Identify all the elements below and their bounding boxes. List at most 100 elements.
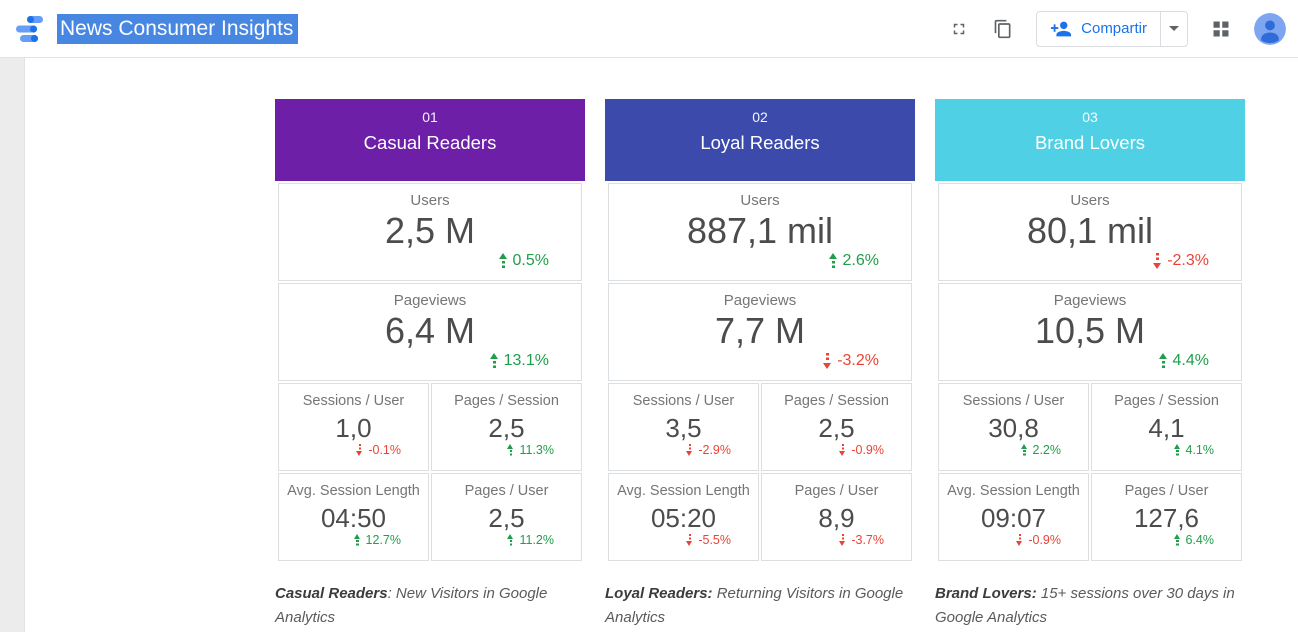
metric-change: 6.4% [1092, 533, 1241, 547]
metric-change: -0.9% [762, 443, 911, 457]
card-title: Brand Lovers [935, 132, 1245, 154]
metric-pageviews: Pageviews 6,4 M 13.1% [278, 283, 582, 381]
trend-arrow-icon [507, 444, 514, 456]
metric-pageviews: Pageviews 7,7 M -3.2% [608, 283, 912, 381]
metric-value: 127,6 [1092, 502, 1241, 534]
metric-change-value: -0.1% [368, 443, 401, 457]
apps-grid-button[interactable] [1209, 17, 1233, 41]
metric-value: 3,5 [609, 412, 758, 444]
metric-change-value: -0.9% [1028, 533, 1061, 547]
trend-arrow-icon [823, 353, 832, 369]
trend-arrow-icon [839, 534, 846, 546]
card-footnote: Brand Lovers: 15+ sessions over 30 days … [935, 582, 1237, 630]
user-avatar[interactable] [1254, 13, 1286, 45]
footnote-term: Loyal Readers: [605, 585, 713, 602]
share-button-group: Compartir [1036, 11, 1188, 47]
metric-value: 04:50 [279, 502, 428, 534]
app-header: News Consumer Insights Compartir [0, 0, 1298, 58]
metric-avg-session-length: Avg. Session Length 05:20 -5.5% [608, 473, 759, 561]
metric-change: 2.2% [939, 443, 1088, 457]
trend-arrow-icon [354, 534, 361, 546]
share-button[interactable]: Compartir [1037, 12, 1160, 46]
footnote-term: Casual Readers [275, 585, 388, 602]
metric-label: Sessions / User [609, 393, 758, 409]
metric-change-value: 13.1% [504, 352, 549, 370]
metric-value: 10,5 M [939, 310, 1241, 352]
metric-label: Pageviews [279, 292, 581, 309]
trend-arrow-icon [1174, 534, 1181, 546]
person-icon [1254, 13, 1286, 45]
metric-change-value: 4.4% [1173, 352, 1209, 370]
metric-change: 11.2% [432, 533, 581, 547]
metric-change: -5.5% [609, 533, 758, 547]
report-canvas: 01 Casual Readers Users 2,5 M 0.5% Pagev… [0, 58, 1298, 632]
report-title[interactable]: News Consumer Insights [57, 17, 298, 41]
metric-change-value: 11.2% [519, 533, 554, 547]
metric-change: 13.1% [279, 352, 581, 370]
metric-change: -3.7% [762, 533, 911, 547]
metric-value: 2,5 [432, 502, 581, 534]
metric-label: Avg. Session Length [609, 483, 758, 499]
trend-arrow-icon [356, 444, 363, 456]
metric-change-value: 12.7% [366, 533, 401, 547]
metric-label: Sessions / User [939, 393, 1088, 409]
trend-arrow-icon [829, 253, 838, 269]
scorecard-loyal-readers: 02 Loyal Readers Users 887,1 mil 2.6% Pa… [605, 99, 915, 561]
metric-change: 11.3% [432, 443, 581, 457]
trend-arrow-icon [1016, 534, 1023, 546]
metric-change: 2.6% [609, 252, 911, 270]
metric-change-value: 11.3% [519, 443, 554, 457]
metric-change-value: -5.5% [698, 533, 731, 547]
metric-value: 8,9 [762, 502, 911, 534]
metric-avg-session-length: Avg. Session Length 04:50 12.7% [278, 473, 429, 561]
metric-label: Pages / User [762, 483, 911, 499]
metric-label: Pages / Session [762, 393, 911, 409]
metric-label: Pages / User [1092, 483, 1241, 499]
card-metrics: Users 2,5 M 0.5% Pageviews 6,4 M 13.1% [275, 183, 585, 561]
data-studio-logo-icon[interactable] [14, 14, 48, 44]
trend-arrow-icon [1174, 444, 1181, 456]
metric-value: 6,4 M [279, 310, 581, 352]
metric-change: 4.4% [939, 352, 1241, 370]
metric-sessions-per-user: Sessions / User 30,8 2.2% [938, 383, 1089, 471]
metric-pageviews: Pageviews 10,5 M 4.4% [938, 283, 1242, 381]
metric-pages-per-user: Pages / User 8,9 -3.7% [761, 473, 912, 561]
metric-pages-per-session: Pages / Session 2,5 -0.9% [761, 383, 912, 471]
copy-report-button[interactable] [991, 17, 1015, 41]
card-number: 02 [605, 99, 915, 125]
trend-arrow-icon [686, 444, 693, 456]
metric-pages-per-user: Pages / User 2,5 11.2% [431, 473, 582, 561]
fullscreen-button[interactable] [948, 18, 970, 40]
metric-change-value: 2.6% [843, 252, 879, 270]
card-metrics: Users 887,1 mil 2.6% Pageviews 7,7 M -3.… [605, 183, 915, 561]
metric-users: Users 887,1 mil 2.6% [608, 183, 912, 281]
metric-change-value: 6.4% [1186, 533, 1215, 547]
metric-pages-per-session: Pages / Session 4,1 4.1% [1091, 383, 1242, 471]
card-footnote: Loyal Readers: Returning Visitors in Goo… [605, 582, 907, 630]
card-header: 02 Loyal Readers [605, 99, 915, 181]
metric-label: Avg. Session Length [279, 483, 428, 499]
metric-label: Avg. Session Length [939, 483, 1088, 499]
apps-grid-icon [1211, 19, 1231, 39]
metric-avg-session-length: Avg. Session Length 09:07 -0.9% [938, 473, 1089, 561]
fullscreen-icon [950, 20, 968, 38]
segment-column-casual-readers: 01 Casual Readers Users 2,5 M 0.5% Pagev… [275, 99, 585, 630]
chevron-down-icon [1169, 26, 1179, 31]
metric-label: Pages / User [432, 483, 581, 499]
metric-change-value: -2.9% [698, 443, 731, 457]
metric-value: 7,7 M [609, 310, 911, 352]
trend-arrow-icon [499, 253, 508, 269]
segment-column-loyal-readers: 02 Loyal Readers Users 887,1 mil 2.6% Pa… [605, 99, 915, 630]
metric-change-value: -0.9% [851, 443, 884, 457]
metric-change: 0.5% [279, 252, 581, 270]
share-options-dropdown[interactable] [1160, 12, 1187, 46]
card-number: 03 [935, 99, 1245, 125]
share-button-label: Compartir [1081, 20, 1147, 37]
scorecard-brand-lovers: 03 Brand Lovers Users 80,1 mil -2.3% Pag… [935, 99, 1245, 561]
header-actions: Compartir [948, 11, 1286, 47]
metric-change-value: 0.5% [513, 252, 549, 270]
trend-arrow-icon [490, 353, 499, 369]
metric-value: 1,0 [279, 412, 428, 444]
card-metrics: Users 80,1 mil -2.3% Pageviews 10,5 M 4.… [935, 183, 1245, 561]
metric-change: 4.1% [1092, 443, 1241, 457]
